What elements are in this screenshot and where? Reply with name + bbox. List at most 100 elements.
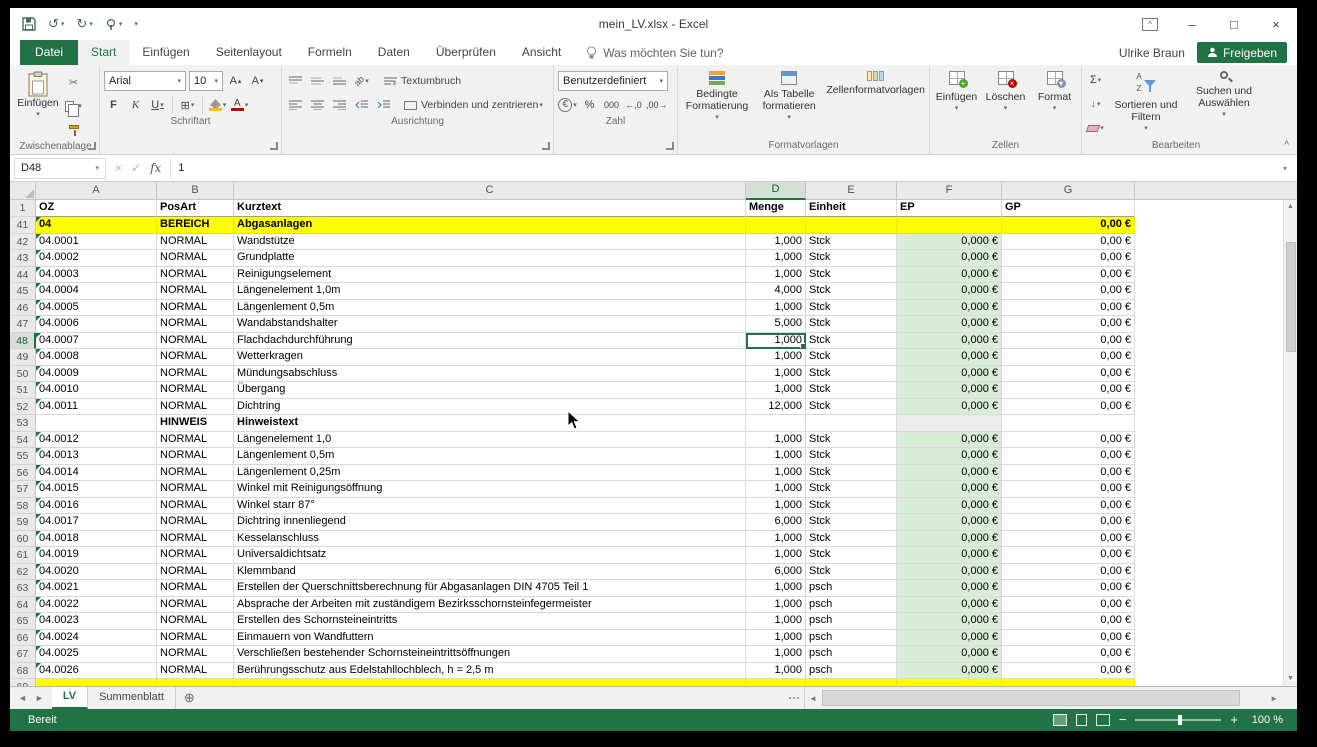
tab-splitter[interactable] (784, 687, 804, 709)
cell-D45[interactable]: 4,000 (746, 283, 806, 300)
cell-G58[interactable]: 0,00 € (1002, 498, 1135, 515)
cell-G50[interactable]: 0,00 € (1002, 366, 1135, 383)
number-format-combo[interactable]: Benutzerdefiniert▾ (558, 71, 668, 91)
cell-C54[interactable]: Längenelement 1,0 (234, 432, 746, 449)
align-left-button[interactable] (286, 95, 305, 115)
cell-F62[interactable]: 0,000 € (897, 564, 1002, 581)
format-cells-button[interactable]: ▾ Format▾ (1032, 68, 1077, 136)
cell-B65[interactable]: NORMAL (157, 613, 234, 630)
cell-D44[interactable]: 1,000 (746, 267, 806, 284)
user-name[interactable]: Ulrike Braun (1119, 46, 1185, 60)
cell-A64[interactable]: 04.0022 (36, 597, 157, 614)
cell-C51[interactable]: Übergang (234, 382, 746, 399)
cell-A52[interactable]: 04.0011 (36, 399, 157, 416)
tab-ansicht[interactable]: Ansicht (509, 40, 574, 65)
zoom-in-icon[interactable]: + (1230, 714, 1238, 726)
font-color-button[interactable]: A▾ (230, 95, 249, 115)
cell-D51[interactable]: 1,000 (746, 382, 806, 399)
redo-button[interactable]: ↻▾ (76, 16, 92, 32)
cell-B61[interactable]: NORMAL (157, 547, 234, 564)
cell-styles-button[interactable]: Zellenformatvorlagen (826, 68, 925, 136)
cell-E57[interactable]: Stck (806, 481, 897, 498)
cell-D66[interactable]: 1,000 (746, 630, 806, 647)
cell-C49[interactable]: Wetterkragen (234, 349, 746, 366)
cell-G51[interactable]: 0,00 € (1002, 382, 1135, 399)
cell-E1[interactable]: Einheit (806, 200, 897, 217)
cell-F58[interactable]: 0,000 € (897, 498, 1002, 515)
cell-C52[interactable]: Dichtring (234, 399, 746, 416)
increase-decimal-button[interactable]: ←,0 (624, 95, 643, 115)
cell-E59[interactable]: Stck (806, 514, 897, 531)
cell-C44[interactable]: Reinigungselement (234, 267, 746, 284)
expand-formula-bar-icon[interactable]: ▾ (1277, 164, 1293, 173)
scroll-left-icon[interactable]: ◄ (805, 694, 821, 703)
cell-E62[interactable]: Stck (806, 564, 897, 581)
font-name-combo[interactable]: Arial▾ (104, 71, 186, 91)
insert-cells-button[interactable]: + Einfügen▾ (934, 68, 979, 136)
zoom-out-icon[interactable]: − (1119, 714, 1127, 726)
cell-C57[interactable]: Winkel mit Reinigungsöffnung (234, 481, 746, 498)
cell-B1[interactable]: PosArt (157, 200, 234, 217)
row-header-42[interactable]: 42 (10, 234, 36, 251)
row-header-48[interactable]: 48 (10, 333, 36, 350)
cell-C42[interactable]: Wandstütze (234, 234, 746, 251)
cell-G52[interactable]: 0,00 € (1002, 399, 1135, 416)
cell-F41[interactable] (897, 217, 1002, 234)
cell-E66[interactable]: psch (806, 630, 897, 647)
cell-C47[interactable]: Wandabstandshalter (234, 316, 746, 333)
share-button[interactable]: Freigeben (1197, 42, 1287, 63)
row-header-61[interactable]: 61 (10, 547, 36, 564)
formula-input[interactable]: 1 (171, 158, 1277, 179)
cell-F53[interactable] (897, 415, 1002, 432)
cell-F49[interactable]: 0,000 € (897, 349, 1002, 366)
row-header-64[interactable]: 64 (10, 597, 36, 614)
paste-button[interactable]: Einfügen▾ (16, 68, 60, 136)
column-header-F[interactable]: F (897, 182, 1002, 200)
zoom-slider-thumb[interactable] (1178, 715, 1182, 725)
cell-F64[interactable]: 0,000 € (897, 597, 1002, 614)
cell-F63[interactable]: 0,000 € (897, 580, 1002, 597)
decrease-indent-button[interactable] (352, 95, 371, 115)
horizontal-scrollbar[interactable]: ◄ ► (804, 687, 1282, 709)
cell-B49[interactable]: NORMAL (157, 349, 234, 366)
cell-B68[interactable]: NORMAL (157, 663, 234, 680)
cell-E55[interactable]: Stck (806, 448, 897, 465)
percent-style-button[interactable]: % (580, 95, 599, 115)
cell-C64[interactable]: Absprache der Arbeiten mit zuständigem B… (234, 597, 746, 614)
cell-B45[interactable]: NORMAL (157, 283, 234, 300)
cell-F68[interactable]: 0,000 € (897, 663, 1002, 680)
cell-F54[interactable]: 0,000 € (897, 432, 1002, 449)
cell-C53[interactable]: Hinweistext (234, 415, 746, 432)
cell-D47[interactable]: 5,000 (746, 316, 806, 333)
cell-E49[interactable]: Stck (806, 349, 897, 366)
wrap-text-button[interactable]: Textumbruch (384, 71, 461, 91)
row-header-55[interactable]: 55 (10, 448, 36, 465)
cell-C56[interactable]: Längenlement 0,25m (234, 465, 746, 482)
cell-A67[interactable]: 04.0025 (36, 646, 157, 663)
row-header-53[interactable]: 53 (10, 415, 36, 432)
touch-mode-button[interactable]: ▾ (105, 18, 123, 30)
cell-B44[interactable]: NORMAL (157, 267, 234, 284)
align-center-button[interactable] (308, 95, 327, 115)
cell-C55[interactable]: Längenlement 0,5m (234, 448, 746, 465)
cell-B64[interactable]: NORMAL (157, 597, 234, 614)
cell-B41[interactable]: BEREICH (157, 217, 234, 234)
cell-F42[interactable]: 0,000 € (897, 234, 1002, 251)
cell-A44[interactable]: 04.0003 (36, 267, 157, 284)
cell-G59[interactable]: 0,00 € (1002, 514, 1135, 531)
cell-A69[interactable] (36, 679, 157, 686)
cell-G65[interactable]: 0,00 € (1002, 613, 1135, 630)
row-header-51[interactable]: 51 (10, 382, 36, 399)
cell-A50[interactable]: 04.0009 (36, 366, 157, 383)
cell-G43[interactable]: 0,00 € (1002, 250, 1135, 267)
tab-seitenlayout[interactable]: Seitenlayout (203, 40, 295, 65)
cell-F51[interactable]: 0,000 € (897, 382, 1002, 399)
row-header-58[interactable]: 58 (10, 498, 36, 515)
cell-F56[interactable]: 0,000 € (897, 465, 1002, 482)
comma-style-button[interactable]: 000 (602, 95, 621, 115)
cell-F59[interactable]: 0,000 € (897, 514, 1002, 531)
cell-B67[interactable]: NORMAL (157, 646, 234, 663)
cell-A60[interactable]: 04.0018 (36, 531, 157, 548)
row-header-50[interactable]: 50 (10, 366, 36, 383)
font-size-combo[interactable]: 10▾ (189, 71, 223, 91)
